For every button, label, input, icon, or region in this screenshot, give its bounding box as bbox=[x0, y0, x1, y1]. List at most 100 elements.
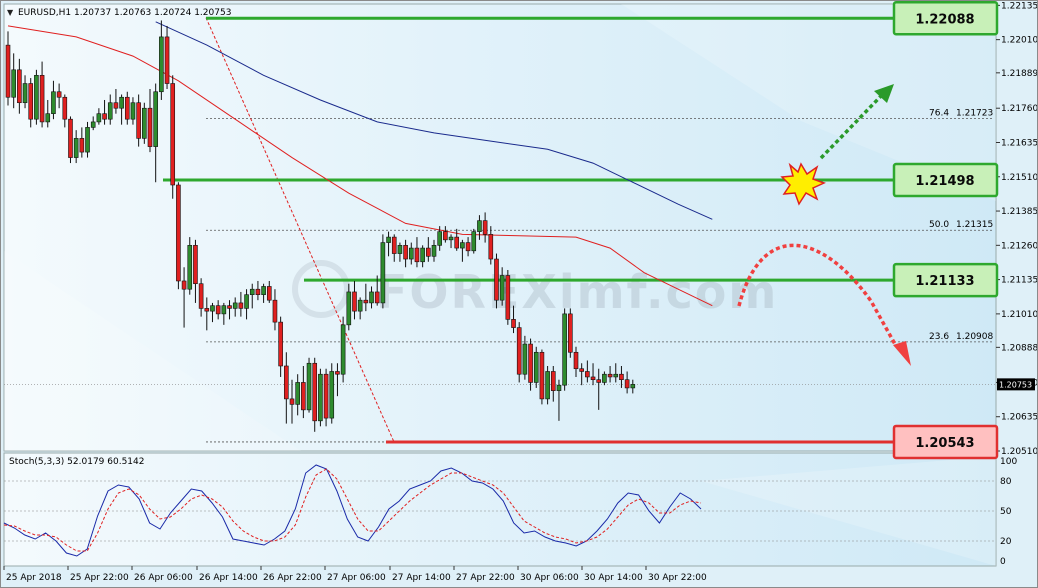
dropdown-triangle-icon[interactable]: ▼ bbox=[7, 8, 14, 17]
y-axis-tick-label: 1.20888 bbox=[1001, 343, 1037, 353]
candle-bear bbox=[363, 299, 369, 304]
candle-bull bbox=[420, 247, 425, 263]
candle-bear bbox=[278, 321, 283, 367]
candle-bear bbox=[443, 231, 448, 241]
candle-bear bbox=[176, 184, 181, 282]
stoch-axis-label: 80 bbox=[1000, 477, 1012, 487]
candle-bull bbox=[408, 247, 414, 260]
candle-bull bbox=[556, 384, 562, 391]
y-axis-tick-label: 1.20635 bbox=[1001, 413, 1037, 423]
candle-bull bbox=[499, 275, 505, 301]
candle-bear bbox=[374, 291, 380, 304]
y-axis-tick-label: 1.21510 bbox=[1001, 173, 1037, 183]
candle-bull bbox=[340, 324, 346, 375]
stoch-axis-label: 100 bbox=[1000, 457, 1017, 467]
candle-bear bbox=[465, 242, 471, 252]
candle-bear bbox=[568, 313, 573, 353]
candle-bear bbox=[596, 379, 602, 383]
candle-bear bbox=[164, 36, 170, 84]
y-axis-tick-label: 1.21889 bbox=[1001, 69, 1037, 79]
candle-bear bbox=[335, 371, 340, 375]
candle-bull bbox=[630, 384, 636, 389]
candle-bear bbox=[68, 118, 73, 158]
x-axis-tick-label: 27 Apr 22:00 bbox=[456, 573, 515, 583]
candle-bear bbox=[539, 351, 545, 400]
candle-bear bbox=[56, 91, 62, 98]
candle-bear bbox=[607, 373, 613, 378]
candle-bull bbox=[51, 91, 56, 114]
chart-window: FOREXimf.com 76.4 1.21723 50.0 1.21315 23.6 1… bbox=[0, 0, 1038, 588]
x-axis-tick-label: 30 Apr 14:00 bbox=[584, 573, 643, 583]
candle-bear bbox=[136, 102, 141, 139]
level-label-text: 1.20543 bbox=[915, 436, 974, 451]
fibonacci-ratio: 23.6 bbox=[929, 332, 949, 342]
candle-bear bbox=[550, 371, 556, 391]
candle-bull bbox=[244, 294, 249, 309]
y-axis-tick-label: 1.21135 bbox=[1001, 276, 1037, 286]
candle-bear bbox=[352, 291, 357, 312]
fibonacci-price: 1.21315 bbox=[956, 220, 993, 230]
x-axis-tick-label: 25 Apr 2018 bbox=[6, 573, 62, 583]
candle-bear bbox=[79, 138, 85, 153]
candle-bull bbox=[96, 113, 102, 123]
candle-bear bbox=[391, 236, 397, 254]
candle-bear bbox=[301, 382, 306, 411]
candle-bear bbox=[585, 371, 590, 378]
candle-bull bbox=[210, 305, 215, 312]
candle-bear bbox=[289, 398, 295, 405]
candle-bear bbox=[494, 258, 499, 301]
candle-bull bbox=[613, 373, 619, 378]
y-axis-tick-label: 1.21760 bbox=[1001, 104, 1037, 114]
candle-bear bbox=[113, 102, 119, 109]
candle-bull bbox=[85, 127, 90, 153]
current-price-text: 1.20753 bbox=[999, 380, 1032, 389]
y-axis-tick-label: 1.21635 bbox=[1001, 138, 1037, 148]
candle-bull bbox=[437, 231, 442, 246]
candle-bear bbox=[198, 283, 204, 309]
candle-bull bbox=[522, 343, 528, 375]
chart-canvas: FOREXimf.com 76.4 1.21723 50.0 1.21315 23.6 1… bbox=[3, 1, 1037, 583]
candle-bull bbox=[369, 291, 374, 304]
level-label-text: 1.22088 bbox=[915, 12, 974, 27]
candle-bear bbox=[102, 113, 107, 120]
candle-bear bbox=[516, 327, 522, 375]
candle-bear bbox=[193, 245, 198, 285]
candle-bear bbox=[454, 236, 460, 249]
candle-bull bbox=[545, 371, 550, 400]
candle-bull bbox=[142, 107, 147, 139]
candle-bull bbox=[562, 313, 567, 386]
x-axis-tick-label: 25 Apr 22:00 bbox=[70, 573, 129, 583]
y-axis-tick-label: 1.21385 bbox=[1001, 207, 1037, 217]
candle-bear bbox=[403, 245, 408, 260]
candle-bull bbox=[471, 231, 477, 252]
candle-bear bbox=[505, 275, 511, 320]
candle-bear bbox=[528, 343, 533, 383]
candle-bear bbox=[590, 376, 596, 380]
x-axis-tick-label: 27 Apr 14:00 bbox=[392, 573, 451, 583]
candle-bear bbox=[488, 234, 494, 260]
stoch-axis-label: 0 bbox=[1000, 557, 1006, 567]
watermark-text: FOREXimf.com bbox=[376, 265, 778, 319]
fibonacci-ratio: 76.4 bbox=[929, 108, 949, 118]
candle-bear bbox=[266, 286, 272, 301]
candle-bull bbox=[602, 373, 607, 383]
candle-bear bbox=[619, 373, 624, 380]
symbol-header: EURUSD,H1 1.20737 1.20763 1.20724 1.2075… bbox=[18, 8, 231, 18]
candle-bear bbox=[62, 96, 68, 120]
stoch-axis-label: 50 bbox=[1000, 507, 1012, 517]
stoch-axis-label: 20 bbox=[1000, 537, 1012, 547]
candle-bear bbox=[124, 96, 130, 120]
candle-bear bbox=[312, 362, 318, 422]
candle-bull bbox=[448, 236, 454, 241]
candle-bull bbox=[73, 138, 79, 158]
candle-bear bbox=[181, 280, 187, 290]
candle-bull bbox=[232, 302, 238, 309]
y-axis-tick-label: 1.20510 bbox=[1001, 447, 1037, 457]
candle-bull bbox=[107, 102, 113, 120]
fibonacci-price: 1.20908 bbox=[956, 332, 993, 342]
candle-bear bbox=[579, 368, 584, 372]
candle-bear bbox=[414, 247, 420, 263]
candle-bull bbox=[261, 286, 266, 295]
candle-bull bbox=[306, 362, 312, 411]
candle-bull bbox=[386, 236, 391, 243]
